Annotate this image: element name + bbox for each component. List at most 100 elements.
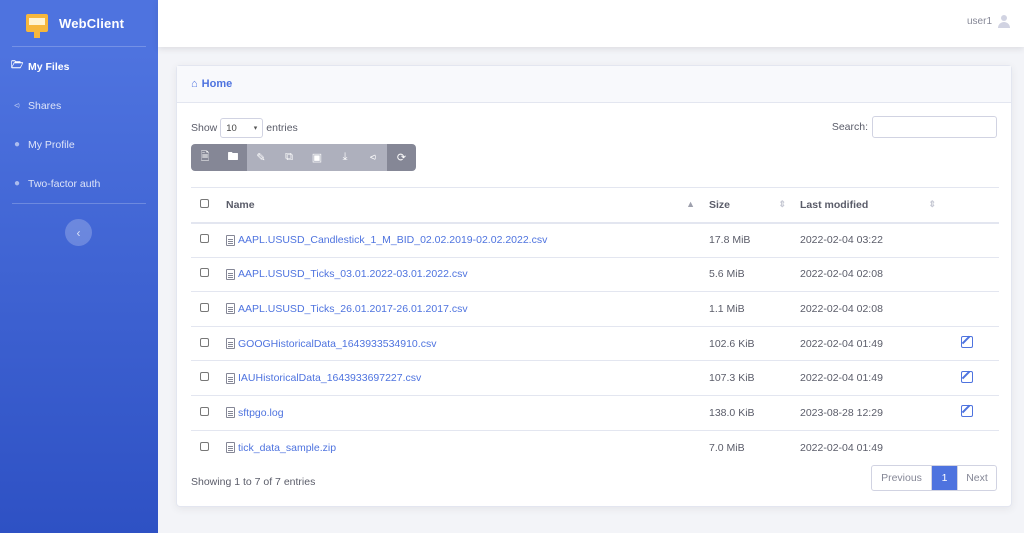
file-icon — [226, 303, 235, 315]
table-row[interactable]: IAUHistoricalData_1643933697227.csv 107.3… — [191, 361, 999, 396]
edit-icon[interactable] — [961, 405, 973, 418]
column-header-size[interactable]: Size ⇕ — [709, 188, 800, 223]
edit-icon[interactable] — [961, 370, 973, 383]
previous-page-button[interactable]: Previous — [872, 466, 932, 490]
column-header-label: Name — [226, 198, 255, 211]
table-header-row: Name ▲ Size ⇕ Last modified ⇕ — [191, 187, 999, 223]
file-name: AAPL.USUSD_Ticks_26.01.2017-26.01.2017.c… — [238, 302, 468, 315]
pencil-icon: ✎ — [256, 152, 266, 164]
sidebar-item-label: My Profile — [28, 138, 75, 151]
column-header-name[interactable]: Name ▲ — [226, 188, 709, 223]
rename-button[interactable]: ✎ — [247, 144, 275, 171]
refresh-icon: ⟳ — [396, 152, 407, 164]
file-modified: 2022-02-04 01:49 — [800, 372, 883, 385]
file-icon — [226, 372, 235, 384]
file-modified: 2022-02-04 02:08 — [800, 302, 883, 315]
column-header-modified[interactable]: Last modified ⇕ — [800, 188, 950, 223]
entries-label: entries — [266, 122, 298, 134]
brand[interactable]: WebClient — [0, 0, 158, 46]
folder-plus-icon: 🖿 — [227, 151, 239, 163]
download-button[interactable]: ⤓ — [331, 144, 359, 171]
refresh-button[interactable]: ⟳ — [387, 144, 416, 171]
column-header-actions — [950, 188, 999, 223]
sidebar-item-two-factor-auth[interactable]: ● Two-factor auth — [0, 164, 158, 203]
file-link[interactable]: AAPL.USUSD_Ticks_03.01.2022-03.01.2022.c… — [226, 268, 709, 280]
table-row[interactable]: AAPL.USUSD_Ticks_03.01.2022-03.01.2022.c… — [191, 257, 999, 292]
sidebar-toggle-button[interactable]: ‹ — [65, 219, 92, 246]
sidebar-item-my-profile[interactable]: ● My Profile — [0, 125, 158, 164]
sidebar-item-shares[interactable]: ⪦ Shares — [0, 86, 158, 125]
table-row[interactable]: sftpgo.log 138.0 KiB 2023-08-28 12:29 — [191, 395, 999, 431]
select-caret-icon: ▾ — [253, 125, 258, 132]
select-all-checkbox[interactable] — [200, 198, 209, 208]
file-link[interactable]: AAPL.USUSD_Ticks_26.01.2017-26.01.2017.c… — [226, 303, 709, 315]
file-toolbar: 🗎 🖿 ✎ ⧉ ▣ ⤓ ⪦ ⟳ — [191, 144, 416, 171]
pagination: Previous 1 Next — [871, 465, 997, 491]
file-icon — [226, 234, 235, 246]
sort-asc-icon: ▲ — [686, 198, 695, 209]
share-button[interactable]: ⪦ — [359, 144, 387, 171]
app-name: WebClient — [59, 15, 125, 31]
column-header-label: Size — [709, 198, 731, 211]
row-checkbox[interactable] — [200, 406, 209, 416]
username: user1 — [966, 16, 992, 27]
sort-icon: ⇕ — [928, 198, 936, 209]
copy-icon: ⧉ — [285, 151, 293, 163]
show-label: Show — [191, 122, 218, 134]
copy-button[interactable]: ⧉ — [275, 144, 303, 171]
file-modified: 2023-08-28 12:29 — [800, 406, 883, 419]
table-row[interactable]: tick_data_sample.zip 7.0 MiB 2022-02-04 01… — [191, 430, 999, 465]
page-1-button[interactable]: 1 — [932, 466, 957, 490]
page-size-select[interactable]: 10 ▾ — [220, 118, 264, 138]
page-size-control: Show 10 ▾ entries — [191, 118, 298, 138]
file-link[interactable]: IAUHistoricalData_1643933697227.csv — [226, 372, 709, 384]
row-checkbox[interactable] — [200, 337, 209, 347]
file-name: sftpgo.log — [238, 406, 284, 419]
sidebar: WebClient 🗁 My Files ⪦ Shares ● My Profi… — [0, 0, 158, 533]
delete-button[interactable]: ▣ — [303, 144, 331, 171]
sidebar-item-my-files[interactable]: 🗁 My Files — [0, 47, 158, 86]
table-row[interactable]: AAPL.USUSD_Ticks_26.01.2017-26.01.2017.c… — [191, 292, 999, 327]
files-card: ⌂ Home Show 10 ▾ entries Search: 🗎 🖿 ✎ ⧉… — [176, 65, 1012, 507]
search-control: Search: — [832, 116, 997, 138]
share-icon: ⪦ — [14, 100, 20, 111]
row-checkbox[interactable] — [200, 234, 209, 244]
new-file-button[interactable]: 🗎 — [191, 144, 219, 171]
file-modified: 2022-02-04 01:49 — [800, 337, 883, 350]
row-checkbox[interactable] — [200, 268, 209, 278]
search-input[interactable] — [872, 116, 997, 138]
file-name: IAUHistoricalData_1643933697227.csv — [238, 372, 422, 385]
file-name: AAPL.USUSD_Ticks_03.01.2022-03.01.2022.c… — [238, 268, 468, 281]
file-size: 102.6 KiB — [709, 337, 755, 350]
file-plus-icon: 🗎 — [200, 151, 210, 163]
file-link[interactable]: tick_data_sample.zip — [226, 442, 709, 454]
sidebar-item-label: Shares — [28, 99, 62, 112]
file-link[interactable]: GOOGHistoricalData_1643933534910.csv — [226, 338, 709, 350]
sftpgo-logo-icon — [26, 14, 48, 38]
sidebar-item-label: My Files — [28, 60, 70, 73]
file-modified: 2022-02-04 03:22 — [800, 234, 883, 247]
user-menu[interactable]: user1 — [967, 15, 1010, 28]
file-link[interactable]: sftpgo.log — [226, 407, 709, 419]
row-checkbox[interactable] — [200, 302, 209, 312]
file-size: 17.8 MiB — [709, 234, 751, 247]
row-checkbox[interactable] — [200, 441, 209, 451]
file-name: GOOGHistoricalData_1643933534910.csv — [238, 337, 437, 350]
next-page-button[interactable]: Next — [957, 466, 996, 490]
row-checkbox[interactable] — [200, 372, 209, 382]
edit-icon[interactable] — [961, 336, 973, 349]
files-table: Name ▲ Size ⇕ Last modified ⇕ AAPL.USUSD_Ca… — [191, 187, 999, 465]
file-size: 5.6 MiB — [709, 268, 745, 281]
column-header-label: Last modified — [800, 198, 869, 211]
new-folder-button[interactable]: 🖿 — [219, 144, 247, 171]
home-icon: ⌂ — [191, 78, 198, 90]
share-icon: ⪦ — [369, 151, 377, 163]
sidebar-divider — [12, 203, 146, 204]
sidebar-item-label: Two-factor auth — [28, 177, 101, 190]
file-modified: 2022-02-04 02:08 — [800, 268, 883, 281]
file-link[interactable]: AAPL.USUSD_Candlestick_1_M_BID_02.02.201… — [226, 234, 709, 246]
table-row[interactable]: AAPL.USUSD_Candlestick_1_M_BID_02.02.201… — [191, 223, 999, 258]
table-row[interactable]: GOOGHistoricalData_1643933534910.csv 102.… — [191, 326, 999, 361]
trash-icon: ▣ — [311, 152, 323, 164]
breadcrumb-home[interactable]: Home — [202, 78, 233, 90]
